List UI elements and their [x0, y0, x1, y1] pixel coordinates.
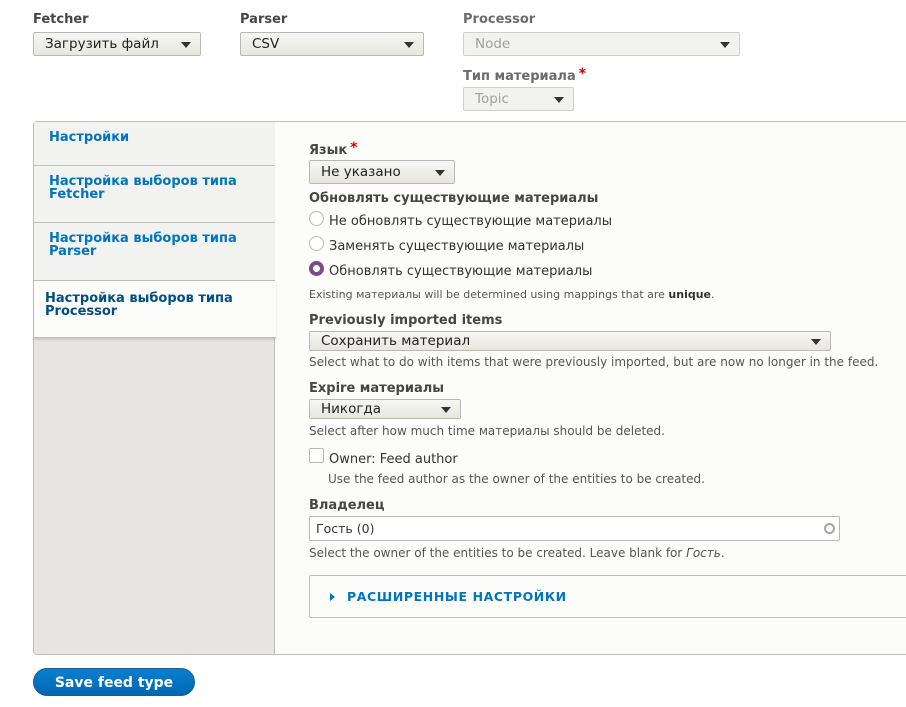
expire-select[interactable]: Никогда: [309, 399, 461, 419]
language-value: Не указано: [321, 164, 401, 180]
advanced-settings-summary[interactable]: РАСШИРЕННЫЕ НАСТРОЙКИ: [347, 589, 567, 604]
parser-label: Parser: [240, 12, 288, 27]
radio-replace[interactable]: [309, 236, 324, 251]
owner-feed-author-description: Use the feed author as the owner of the …: [328, 472, 705, 486]
tab-fetcher-settings[interactable]: Настройка выборов типа Fetcher: [34, 166, 275, 223]
update-existing-label: Обновлять существующие материалы: [309, 191, 599, 206]
desc-italic: Гость: [686, 546, 721, 560]
tab-settings[interactable]: Настройки: [34, 122, 275, 166]
previously-imported-label: Previously imported items: [309, 313, 503, 328]
radio-do-not-update[interactable]: [309, 211, 324, 226]
owner-value: Гость (0): [316, 521, 375, 536]
content-type-select[interactable]: Topic: [463, 87, 574, 111]
radio-update[interactable]: [309, 261, 324, 276]
save-feed-type-button[interactable]: Save feed type: [33, 668, 195, 696]
tab-label: Настройки: [49, 130, 130, 145]
owner-label: Владелец: [309, 498, 385, 513]
previously-imported-description: Select what to do with items that were p…: [309, 355, 879, 369]
desc-suffix: .: [720, 546, 725, 560]
tab-processor-settings[interactable]: Настройка выборов типа Processor: [34, 281, 276, 338]
tab-parser-settings[interactable]: Настройка выборов типа Parser: [34, 223, 275, 281]
triangle-right-icon: [330, 593, 335, 601]
autocomplete-throbber-icon: [824, 523, 835, 534]
chevron-down-icon: [720, 42, 730, 48]
chevron-down-icon: [811, 339, 821, 345]
parser-select[interactable]: CSV: [240, 32, 424, 56]
expire-value: Никогда: [321, 401, 382, 417]
chevron-down-icon: [404, 42, 414, 48]
fetcher-select[interactable]: Загрузить файл: [33, 32, 201, 56]
radio-update-label[interactable]: Обновлять существующие материалы: [329, 264, 592, 280]
language-label: Язык *: [309, 140, 358, 159]
desc-suffix: .: [711, 288, 715, 301]
owner-autocomplete-input[interactable]: Гость (0): [309, 516, 840, 541]
processor-label: Processor: [463, 12, 536, 27]
radio-replace-label[interactable]: Заменять существующие материалы: [329, 239, 584, 255]
tab-label: Настройка выборов типа Parser: [49, 231, 237, 259]
content-type-label: Тип материала *: [463, 66, 587, 85]
desc-bold: unique: [668, 288, 712, 301]
processor-value: Node: [475, 36, 511, 52]
fetcher-value: Загрузить файл: [45, 36, 159, 52]
owner-description: Select the owner of the entities to be c…: [309, 546, 725, 561]
language-select[interactable]: Не указано: [309, 160, 455, 184]
radio-do-not-update-label[interactable]: Не обновлять существующие материалы: [329, 214, 612, 230]
chevron-down-icon: [554, 97, 564, 103]
required-marker: *: [578, 66, 587, 82]
previously-imported-select[interactable]: Сохранить материал: [309, 331, 831, 351]
chevron-down-icon: [435, 170, 445, 176]
desc-text: Existing материалы will be determined us…: [309, 288, 669, 301]
expire-description: Select after how much time материалы sho…: [309, 424, 665, 438]
content-type-value: Topic: [475, 91, 509, 107]
tab-label: Настройка выборов типа Processor: [45, 291, 233, 319]
previously-imported-value: Сохранить материал: [321, 333, 471, 349]
language-label-text: Язык: [309, 143, 348, 158]
parser-value: CSV: [252, 36, 280, 52]
required-marker: *: [350, 140, 358, 156]
owner-feed-author-checkbox[interactable]: [309, 448, 324, 463]
chevron-down-icon: [441, 407, 451, 413]
vertical-tabs-menu: Настройки Настройка выборов типа Fetcher…: [34, 122, 276, 654]
owner-feed-author-label[interactable]: Owner: Feed author: [329, 452, 458, 468]
content-type-label-text: Тип материала: [463, 69, 576, 84]
tab-label: Настройка выборов типа Fetcher: [49, 174, 237, 202]
update-existing-description: Existing материалы will be determined us…: [309, 287, 715, 302]
chevron-down-icon: [181, 42, 191, 48]
expire-label: Expire материалы: [309, 381, 444, 396]
fetcher-label: Fetcher: [33, 12, 89, 27]
desc-text: Select the owner of the entities to be c…: [309, 546, 687, 560]
processor-select[interactable]: Node: [463, 32, 740, 56]
advanced-settings-details[interactable]: РАСШИРЕННЫЕ НАСТРОЙКИ: [309, 575, 906, 618]
